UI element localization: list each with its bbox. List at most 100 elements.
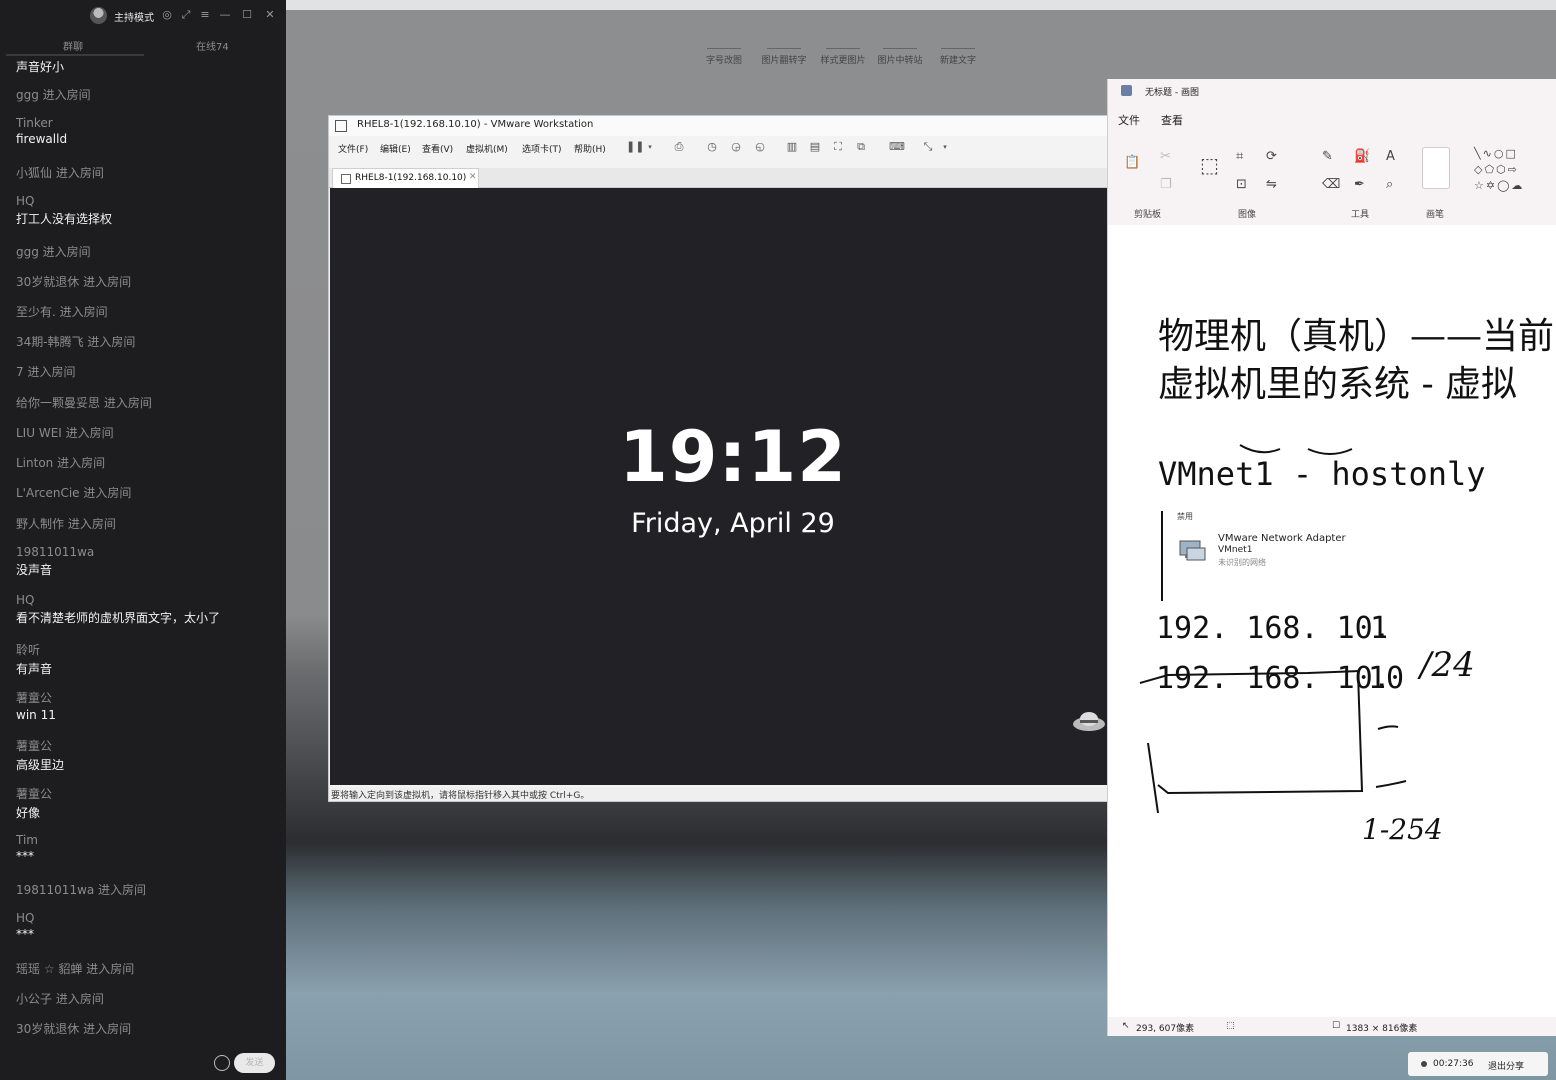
vmware-title: RHEL8-1(192.168.10.10) - VMware Workstat… — [357, 119, 594, 130]
cursor-position: 293, 607像素 — [1136, 1024, 1195, 1034]
shapes-icon[interactable]: ╲∿○□ — [1474, 147, 1518, 160]
paste-icon[interactable]: 📋 — [1124, 155, 1140, 170]
menu-file[interactable]: 文件 — [1118, 112, 1140, 128]
share-item[interactable]: 新建文字 — [932, 38, 984, 66]
chat-message: HQ 打工人没有选择权 — [16, 194, 112, 227]
tab-rhel8-1[interactable]: RHEL8-1(192.168.10.10) ✕ — [332, 168, 479, 188]
snapshot-icon[interactable]: ◷ — [706, 141, 718, 153]
join-notice: 野人制作 进入房间 — [16, 515, 116, 532]
minimize-icon[interactable]: — — [218, 8, 232, 22]
popout-icon[interactable]: ⤢ — [179, 8, 193, 22]
message-text: 看不清楚老师的虚机界面文字，太小了 — [16, 611, 221, 625]
share-item[interactable]: 图片中转站 — [874, 38, 926, 66]
share-item-icon — [767, 38, 801, 49]
tab-group-chat[interactable]: 群聊 — [63, 38, 83, 53]
close-icon[interactable]: ✕ — [263, 8, 277, 22]
host-avatar[interactable] — [90, 7, 107, 24]
chat-message: 声音好小 — [16, 56, 64, 75]
paint-titlebar[interactable]: 无标题 - 画图 — [1108, 79, 1556, 103]
paint-canvas[interactable]: 物理机（真机）——当前 虚拟机里的系统 - 虚拟 VMnet1 - hoston… — [1108, 225, 1556, 1017]
resize-icon[interactable]: ⊡ — [1236, 177, 1247, 192]
share-item[interactable]: 字号改图 — [698, 38, 750, 66]
stretch-icon[interactable]: ⤡ — [922, 141, 934, 153]
menu-file[interactable]: 文件(F) — [338, 142, 368, 155]
crop-icon[interactable]: ⌗ — [1236, 149, 1243, 164]
vm-console-screen[interactable]: 19:12 Friday, April 29 — [330, 188, 1108, 785]
fullscreen-icon[interactable]: ⛶ — [832, 141, 844, 153]
rotate-icon[interactable]: ⟳ — [1266, 149, 1277, 164]
eraser-icon[interactable]: ⌫ — [1322, 177, 1340, 192]
emoji-icon[interactable] — [214, 1055, 230, 1071]
join-text: L'ArcenCie 进入房间 — [16, 486, 132, 500]
join-notice: L'ArcenCie 进入房间 — [16, 484, 131, 501]
maximize-icon[interactable]: ☐ — [240, 8, 254, 22]
handwritten-ink — [1139, 444, 1407, 814]
menu-tabs[interactable]: 选项卡(T) — [522, 142, 562, 155]
message-text: 好像 — [16, 806, 41, 820]
menu-vm[interactable]: 虚拟机(M) — [466, 142, 508, 155]
library-icon[interactable]: ▥ — [786, 141, 798, 153]
chat-tabs: 群聊 在线74 — [0, 36, 286, 56]
group-label-tools: 工具 — [1351, 210, 1370, 220]
desktop-top-band — [286, 0, 1556, 10]
message-sender: 薯童公 — [16, 787, 53, 801]
share-item[interactable]: 样式更图片 — [817, 38, 869, 66]
chevron-down-icon[interactable]: ▾ — [939, 141, 951, 153]
vmware-tabbar: RHEL8-1(192.168.10.10) ✕ — [329, 168, 1109, 188]
recording-dot-icon — [1421, 1061, 1427, 1067]
menu-view[interactable]: 查看(V) — [422, 142, 453, 155]
exit-share-button[interactable]: 退出分享 — [1488, 1059, 1524, 1072]
menu-help[interactable]: 帮助(H) — [574, 142, 606, 155]
fill-icon[interactable]: ⛽ — [1354, 149, 1370, 164]
join-notice: 19811011wa 进入房间 — [16, 881, 146, 898]
join-notice: 7 进入房间 — [16, 363, 75, 380]
share-item-icon — [707, 38, 741, 49]
tab-online[interactable]: 在线74 — [196, 38, 229, 53]
menu-icon[interactable]: ≡ — [198, 8, 212, 22]
thumbnail-icon[interactable]: ▤ — [809, 141, 821, 153]
join-notice: LIU WEI 进入房间 — [16, 424, 114, 441]
chevron-down-icon[interactable]: ▾ — [644, 141, 656, 153]
text-icon[interactable]: A — [1386, 149, 1395, 164]
join-text: 19811011wa 进入房间 — [16, 883, 147, 897]
send-keys-icon[interactable]: ⎙ — [673, 141, 685, 153]
message-text: *** — [16, 849, 34, 863]
lock-screen-date: Friday, April 29 — [631, 508, 835, 539]
join-text: 30岁就退休 进入房间 — [16, 275, 132, 289]
message-text: *** — [16, 927, 34, 941]
flip-icon[interactable]: ⇋ — [1266, 177, 1277, 192]
menu-edit[interactable]: 编辑(E) — [380, 142, 411, 155]
share-item-label: 字号改图 — [705, 56, 742, 66]
share-item-label: 图片翻转字 — [761, 56, 807, 66]
shapes-icon[interactable]: ☆✡◯☁ — [1474, 179, 1524, 192]
color-picker-icon[interactable]: ✒ — [1354, 177, 1365, 192]
selection-icon: ⬚ — [1226, 1021, 1235, 1031]
group-label-clipboard: 剪贴板 — [1134, 210, 1162, 220]
pause-icon[interactable]: ❚❚ — [626, 141, 644, 153]
pencil-icon[interactable]: ✎ — [1322, 149, 1333, 164]
join-text: Linton 进入房间 — [16, 456, 106, 470]
join-text: 小公子 进入房间 — [16, 992, 104, 1006]
brush-button[interactable] — [1422, 147, 1450, 189]
paint-window: 无标题 - 画图 文件 查看 ▣ ↶ ↷ 📋 ✂ ❐ ⬚ ⌗ ⊡ ⟳ ⇋ ✎ ⛽… — [1107, 79, 1556, 1036]
settings-icon[interactable]: ◎ — [160, 8, 174, 22]
copy-icon[interactable]: ❐ — [1160, 177, 1172, 192]
tab-close-icon[interactable]: ✕ — [469, 172, 477, 182]
paint-statusbar: ↖ 293, 607像素 ⬚ ☐ 1383 × 816像素 — [1108, 1017, 1556, 1036]
magnifier-icon[interactable]: ⌕ — [1386, 177, 1393, 192]
cut-icon[interactable]: ✂ — [1160, 149, 1171, 164]
snapshot-manager-icon[interactable]: ◵ — [754, 141, 766, 153]
vmware-titlebar[interactable]: RHEL8-1(192.168.10.10) - VMware Workstat… — [329, 116, 1109, 136]
paint-app-icon — [1121, 85, 1132, 96]
share-item[interactable]: 图片翻转字 — [758, 38, 810, 66]
shapes-icon[interactable]: ◇⬠⬡⇨ — [1474, 163, 1519, 176]
join-notice: 30岁就退休 进入房间 — [16, 273, 131, 290]
unity-icon[interactable]: ⧉ — [855, 141, 867, 153]
menu-view[interactable]: 查看 — [1161, 112, 1183, 128]
chat-message: 薯童公 好像 — [16, 785, 52, 821]
select-icon[interactable]: ⬚ — [1200, 153, 1219, 177]
group-label-brushes: 画笔 — [1426, 210, 1445, 220]
revert-snapshot-icon[interactable]: ◶ — [730, 141, 742, 153]
send-button[interactable]: 发送 — [234, 1053, 275, 1073]
console-icon[interactable]: ⌨ — [889, 141, 905, 153]
